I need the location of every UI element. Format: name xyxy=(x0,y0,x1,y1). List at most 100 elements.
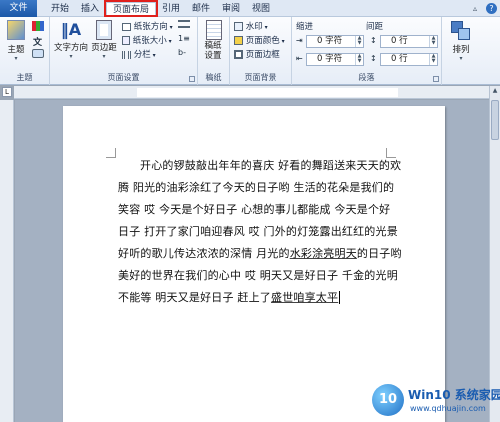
spacing-title: 间距 xyxy=(366,22,384,32)
theme-fonts-icon[interactable]: 文 xyxy=(33,35,42,48)
highlight-box xyxy=(104,0,158,17)
manuscript-settings-button[interactable]: 稿纸设置 xyxy=(201,19,227,61)
body-text-line[interactable]: 日子 打开了家门咱迎春风 哎 门外的灯笼露出红红的光景 xyxy=(118,223,398,239)
group-label-theme: 主题 xyxy=(16,73,33,82)
body-text-line[interactable]: 不能等 明天又是好日子 赶上了盛世咱享太平​ xyxy=(118,289,341,305)
orientation-button[interactable]: 纸张方向 ▾ xyxy=(122,20,173,32)
tab-home[interactable]: 开始 xyxy=(46,2,74,17)
underlined-text: 盛世咱享太平 xyxy=(271,291,339,304)
crop-mark xyxy=(106,148,116,158)
watermark-icon xyxy=(234,22,243,31)
group-theme: 主题 ▾ 文 主题 xyxy=(0,17,50,85)
spinner-icon[interactable]: ▲ ▼ xyxy=(355,36,363,47)
body-text-line[interactable]: 笑容 哎 今天是个好日子 心想的事儿都能成 今天是个好 xyxy=(118,201,390,217)
margins-button[interactable]: 页边距 ▾ xyxy=(90,19,118,60)
indent-right-input[interactable]: 0 字符 ▲ ▼ xyxy=(306,53,364,66)
text-direction-button[interactable]: ‖A 文字方向 ▾ xyxy=(54,19,88,60)
tab-insert[interactable]: 插入 xyxy=(76,2,104,17)
vertical-scrollbar[interactable]: ▲ xyxy=(489,86,500,422)
group-page-background: 水印 ▾ 页面颜色 ▾ 页面边框 页面背景 xyxy=(230,17,292,85)
spacing-after-value: 0 行 xyxy=(391,54,408,64)
arrange-button[interactable]: 排列 ▾ xyxy=(446,21,476,62)
indent-right-icon: ⇤ xyxy=(296,54,303,63)
chevron-down-icon: ▾ xyxy=(459,55,463,62)
line-text: 不能等 明天又是好日子 赶上了 xyxy=(118,291,271,304)
tab-mailings[interactable]: 邮件 xyxy=(188,2,214,17)
tab-references[interactable]: 引用 xyxy=(158,2,184,17)
group-label-page-background: 页面背景 xyxy=(244,73,277,82)
manuscript-label: 稿纸设置 xyxy=(204,41,222,61)
text-direction-icon: ‖A xyxy=(60,20,82,39)
site-watermark: 10 Win10 系统家园 www.qdhuajin.com xyxy=(372,380,500,422)
help-icon[interactable]: ? xyxy=(486,3,497,14)
scroll-thumb[interactable] xyxy=(491,100,499,140)
spinner-icon[interactable]: ▲ ▼ xyxy=(429,36,437,47)
chevron-down-icon: ▾ xyxy=(69,53,73,60)
indent-left-icon: ⇥ xyxy=(296,36,303,45)
scroll-up-icon[interactable]: ▲ xyxy=(491,87,499,97)
margins-icon xyxy=(96,20,112,40)
size-label: 纸张大小 xyxy=(132,36,167,46)
manuscript-icon xyxy=(206,20,222,40)
tab-review[interactable]: 审阅 xyxy=(218,2,244,17)
page-color-button[interactable]: 页面颜色 ▾ xyxy=(234,34,285,46)
tab-file[interactable]: 文件 xyxy=(0,0,37,17)
body-text-line[interactable]: 好听的歌儿传达浓浓的深情 月光的水彩涂亮明天的日子哟 xyxy=(118,245,402,261)
theme-label: 主题 xyxy=(7,45,25,55)
indent-right-value: 0 字符 xyxy=(317,54,343,64)
group-page-setup: ‖A 文字方向 ▾ 页边距 ▾ 纸张方向 ▾ 纸张大小 ▾ 分栏 ▾ 1≡ b-… xyxy=(50,17,198,85)
watermark-url: www.qdhuajin.com xyxy=(410,404,486,413)
margins-label: 页边距 xyxy=(91,43,117,53)
line-numbers-icon[interactable]: 1≡ xyxy=(178,34,190,43)
spacing-after-input[interactable]: 0 行 ▲ ▼ xyxy=(380,53,438,66)
columns-button[interactable]: 分栏 ▾ xyxy=(122,48,156,60)
page-borders-label: 页面边框 xyxy=(245,50,280,60)
tab-selector-icon[interactable]: L xyxy=(2,87,12,97)
columns-label: 分栏 xyxy=(133,50,151,60)
spinner-icon[interactable]: ▲ ▼ xyxy=(355,54,363,65)
theme-button[interactable]: 主题 ▾ xyxy=(4,20,28,62)
chevron-down-icon: ▾ xyxy=(14,55,18,62)
body-text-line[interactable]: 腾 阳光的油彩涂红了今天的日子哟 生活的花朵是我们的 xyxy=(118,179,394,195)
win10-logo-icon: 10 xyxy=(372,384,404,416)
dialog-launcher-icon[interactable] xyxy=(189,76,195,82)
orientation-icon xyxy=(122,22,131,31)
orientation-label: 纸张方向 xyxy=(133,22,168,32)
text-direction-label: 文字方向 xyxy=(54,43,89,53)
dialog-launcher-icon[interactable] xyxy=(433,76,439,82)
size-button[interactable]: 纸张大小 ▾ xyxy=(122,34,172,46)
columns-icon xyxy=(122,50,131,59)
text-cursor: ​ xyxy=(339,291,341,304)
arrange-label: 排列 xyxy=(452,45,470,55)
line-text: 好听的歌儿传达浓浓的深情 月光的 xyxy=(118,247,290,260)
theme-effects-icon[interactable] xyxy=(32,49,44,58)
spacing-before-value: 0 行 xyxy=(391,36,408,46)
spacing-before-input[interactable]: 0 行 ▲ ▼ xyxy=(380,35,438,48)
watermark-button[interactable]: 水印 ▾ xyxy=(234,20,268,32)
page-borders-button[interactable]: 页面边框 xyxy=(234,48,280,60)
paper-size-icon xyxy=(122,36,130,45)
spacing-before-icon: ↕ xyxy=(370,36,377,45)
line-text: 的日子哟 xyxy=(356,247,402,260)
group-label-page-setup: 页面设置 xyxy=(107,73,140,82)
spinner-icon[interactable]: ▲ ▼ xyxy=(429,54,437,65)
body-text-line[interactable]: 开心的锣鼓敲出年年的喜庆 好看的舞蹈送来天天的欢 xyxy=(140,157,401,173)
minimize-ribbon-icon[interactable]: ▵ xyxy=(473,4,477,13)
body-text-line[interactable]: 美好的世界在我们的心中 哎 明天又是好日子 千金的光明 xyxy=(118,267,398,283)
indent-title: 缩进 xyxy=(296,22,314,32)
horizontal-ruler[interactable] xyxy=(14,86,500,99)
chevron-down-icon: ▾ xyxy=(102,53,106,60)
hyphenation-icon[interactable]: b- xyxy=(178,48,186,57)
group-paragraph: 缩进 间距 ⇥ 0 字符 ▲ ▼ ⇤ 0 字符 ▲ ▼ ↕ 0 行 ▲ ▼ ↕ 0 行… xyxy=(292,17,442,85)
breaks-icon[interactable] xyxy=(178,20,190,28)
indent-left-input[interactable]: 0 字符 ▲ ▼ xyxy=(306,35,364,48)
vertical-ruler[interactable] xyxy=(0,100,14,422)
tab-view[interactable]: 视图 xyxy=(248,2,274,17)
page-color-icon xyxy=(234,36,243,45)
watermark-brand: Win10 系统家园 xyxy=(408,388,500,402)
group-manuscript: 稿纸设置 稿纸 xyxy=(198,17,230,85)
theme-colors-icon[interactable] xyxy=(32,21,44,31)
watermark-label: 水印 xyxy=(245,22,263,32)
page-color-label: 页面颜色 xyxy=(245,36,280,46)
ribbon-tab-bar: 文件 开始 插入 页面布局 引用 邮件 审阅 视图 ▵ ? xyxy=(0,0,500,17)
